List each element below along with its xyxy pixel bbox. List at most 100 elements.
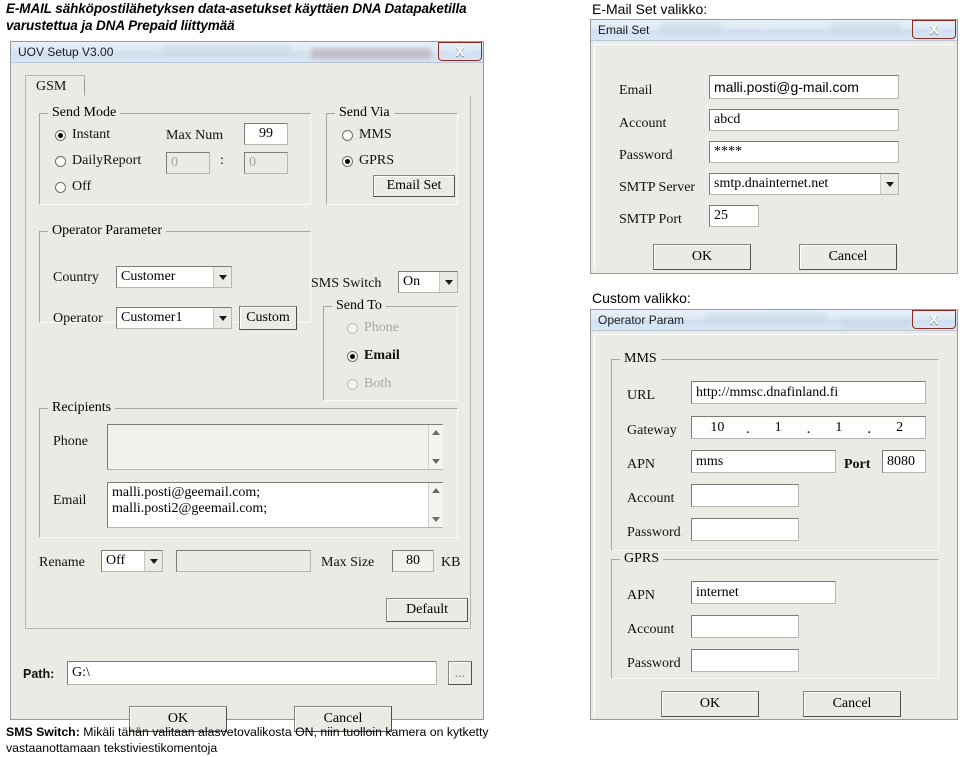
- password-input[interactable]: ****: [709, 141, 899, 163]
- mms-url-input[interactable]: http://mmsc.dnafinland.fi: [691, 381, 926, 404]
- mms-account-input[interactable]: [691, 484, 799, 507]
- smtp-port-input[interactable]: 25: [709, 205, 759, 227]
- account-input[interactable]: abcd: [709, 109, 899, 131]
- mms-apn-input[interactable]: mms: [691, 450, 836, 473]
- phone-recipients-input[interactable]: [107, 424, 443, 470]
- smtp-server-select[interactable]: smtp.dnainternet.net: [709, 173, 899, 195]
- daily-minute-input[interactable]: 0: [244, 152, 288, 174]
- chevron-down-icon[interactable]: [213, 308, 231, 328]
- tab-gsm[interactable]: GSM: [25, 75, 85, 97]
- tab-gsm-label: GSM: [36, 78, 67, 94]
- rename-select[interactable]: Off: [101, 550, 163, 572]
- mms-legend: MMS: [620, 351, 661, 367]
- titlebar-smear-2: [831, 23, 901, 34]
- radio-gprs-label: GPRS: [359, 153, 395, 168]
- max-num-label: Max Num: [166, 128, 224, 143]
- mms-password-label: Password: [627, 525, 681, 540]
- phone-scrollbar[interactable]: [428, 425, 443, 469]
- close-icon[interactable]: X: [912, 20, 956, 39]
- mms-port-input[interactable]: 8080: [882, 450, 926, 473]
- scroll-up-icon[interactable]: [432, 488, 440, 493]
- country-value: Customer: [121, 269, 176, 284]
- gateway-octet-1[interactable]: 10: [692, 420, 743, 436]
- ok-button[interactable]: OK: [653, 244, 751, 270]
- chevron-down-icon[interactable]: [144, 551, 162, 571]
- email-set-titlebar: Email Set X: [591, 20, 957, 41]
- sms-switch-select[interactable]: On: [398, 271, 458, 293]
- chevron-down-icon[interactable]: [880, 174, 898, 194]
- mms-apn-label: APN: [627, 457, 656, 472]
- close-icon[interactable]: X: [912, 310, 956, 329]
- radio-off-label: Off: [72, 179, 92, 194]
- max-size-label: Max Size: [321, 555, 375, 570]
- titlebar-smear-2: [841, 318, 911, 329]
- gprs-password-input[interactable]: [691, 649, 799, 672]
- mms-gateway-label: Gateway: [627, 423, 677, 438]
- email-input[interactable]: malli.posti@g-mail.com: [709, 75, 899, 99]
- radio-both[interactable]: Both: [347, 376, 391, 392]
- close-icon[interactable]: X: [438, 42, 482, 61]
- browse-button[interactable]: ...: [448, 661, 472, 685]
- gateway-octet-2[interactable]: 1: [753, 420, 804, 436]
- email-recipients-input[interactable]: malli.posti@geemail.com; malli.posti2@ge…: [107, 482, 443, 528]
- country-label: Country: [53, 270, 99, 285]
- radio-gprs[interactable]: GPRS: [342, 153, 394, 169]
- footnote: SMS Switch: Mikäli tähän valitaan alasve…: [6, 724, 551, 756]
- radio-mms[interactable]: MMS: [342, 127, 392, 143]
- radio-off-dot: [55, 181, 66, 193]
- chevron-down-icon[interactable]: [439, 272, 457, 292]
- scroll-up-icon[interactable]: [432, 430, 440, 435]
- daily-hour-input[interactable]: 0: [166, 152, 210, 174]
- gprs-apn-input[interactable]: internet: [691, 581, 836, 604]
- smtp-server-label: SMTP Server: [619, 180, 696, 195]
- radio-mms-dot: [342, 129, 353, 141]
- chevron-down-icon[interactable]: [213, 267, 231, 287]
- send-mode-legend: Send Mode: [48, 105, 121, 121]
- smtp-port-label: SMTP Port: [619, 212, 682, 227]
- radio-email-label: Email: [364, 348, 400, 363]
- default-button[interactable]: Default: [386, 598, 468, 622]
- mms-gateway-input[interactable]: 10 . 1 . 1 . 2: [691, 416, 926, 439]
- gateway-octet-4[interactable]: 2: [874, 420, 925, 436]
- email-scrollbar[interactable]: [428, 483, 443, 527]
- gprs-account-input[interactable]: [691, 615, 799, 638]
- operator-parameter-legend: Operator Parameter: [48, 223, 166, 239]
- mms-password-input[interactable]: [691, 518, 799, 541]
- gateway-octet-3[interactable]: 1: [814, 420, 865, 436]
- radio-off[interactable]: Off: [55, 179, 91, 195]
- max-num-input[interactable]: 99: [244, 123, 288, 145]
- operator-select[interactable]: Customer1: [116, 307, 232, 329]
- gprs-account-label: Account: [627, 622, 675, 637]
- custom-button[interactable]: Custom: [239, 306, 297, 330]
- cancel-button[interactable]: Cancel: [799, 244, 897, 270]
- ip-dot: .: [867, 424, 871, 436]
- country-select[interactable]: Customer: [116, 266, 232, 288]
- radio-phone-label: Phone: [364, 320, 399, 335]
- mms-url-label: URL: [627, 388, 655, 403]
- ok-button[interactable]: OK: [661, 691, 759, 717]
- scroll-down-icon[interactable]: [432, 459, 440, 464]
- custom-caption: Custom valikko:: [592, 290, 691, 306]
- email-set-title: Email Set: [598, 23, 650, 37]
- radio-mms-label: MMS: [359, 127, 392, 142]
- cancel-button[interactable]: Cancel: [803, 691, 901, 717]
- radio-email[interactable]: Email: [347, 348, 400, 364]
- rename-value: Off: [106, 553, 126, 568]
- scroll-down-icon[interactable]: [432, 517, 440, 522]
- page-title: E-MAIL sähköpostilähetyksen data-asetuks…: [6, 1, 467, 33]
- radio-instant[interactable]: Instant: [55, 127, 110, 143]
- max-size-unit: KB: [441, 555, 461, 570]
- password-field-label: Password: [619, 148, 673, 163]
- path-input[interactable]: G:\: [67, 661, 437, 685]
- max-size-input[interactable]: 80: [392, 550, 434, 572]
- rename-text-input[interactable]: [176, 550, 311, 572]
- email-set-button[interactable]: Email Set: [373, 175, 455, 197]
- titlebar-smear: [706, 313, 826, 324]
- uov-setup-titlebar: UOV Setup V3.00 X: [11, 42, 483, 63]
- radio-both-label: Both: [364, 376, 392, 391]
- radio-phone[interactable]: Phone: [347, 320, 399, 336]
- operator-param-body: MMS URL http://mmsc.dnafinland.fi Gatewa…: [591, 331, 957, 719]
- phone-recipients-label: Phone: [53, 434, 88, 449]
- radio-dailyreport[interactable]: DailyReport: [55, 153, 141, 169]
- radio-phone-dot: [347, 322, 358, 334]
